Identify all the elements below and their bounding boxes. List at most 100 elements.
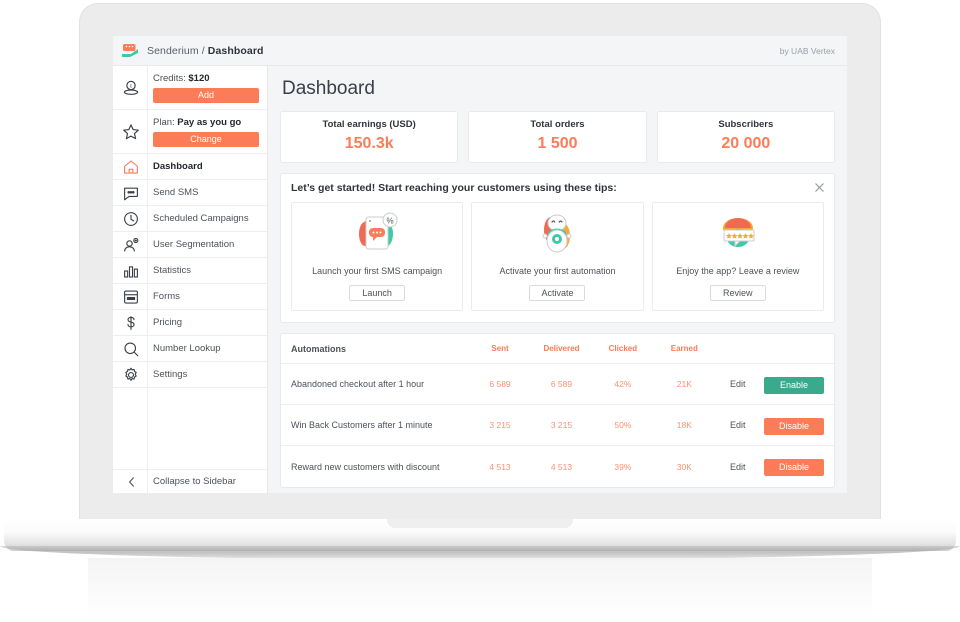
- automations-panel: Automations Sent Delivered Clicked Earne…: [280, 333, 835, 488]
- automation-name: Win Back Customers after 1 minute: [291, 420, 433, 430]
- action-cell: Disable: [761, 416, 824, 435]
- cell-delivered: 6 589: [550, 379, 573, 389]
- stat-card: Total earnings (USD) 150.3k: [280, 111, 459, 163]
- review-stars-icon: [722, 218, 755, 248]
- cell-earned: 30K: [676, 461, 692, 472]
- tip-card: % Launch your first SMS campaign Launch: [291, 202, 464, 311]
- stat-value: 1 500: [537, 135, 578, 152]
- getting-started-banner: Let’s get started! Start reaching your c…: [280, 173, 835, 323]
- chevron-left-icon: [129, 476, 134, 487]
- cell-sent: 6 589: [489, 379, 511, 389]
- sidebar-item-number-lookup[interactable]: Number Lookup: [113, 336, 267, 362]
- tip-caption: Enjoy the app? Leave a review: [676, 266, 800, 276]
- sidebar-item-settings[interactable]: Settings: [113, 362, 267, 388]
- breadcrumb: Senderium / Dashboard: [147, 45, 264, 57]
- sidebar-item-label: Statistics: [153, 265, 192, 276]
- tip-card: Activate your first automation Activate: [471, 202, 644, 311]
- coin-icon: c: [123, 80, 139, 95]
- edit-link[interactable]: Edit: [715, 420, 761, 430]
- home-icon: [124, 159, 138, 174]
- table-row: Reward new customers with discount 4 513…: [281, 446, 834, 487]
- close-icon[interactable]: [814, 182, 825, 193]
- sidebar-item-dashboard[interactable]: Dashboard: [113, 154, 267, 180]
- sidebar-item-label: Pricing: [153, 317, 183, 328]
- sidebar-item-forms[interactable]: Forms: [113, 284, 267, 310]
- change-plan-button[interactable]: Change: [153, 132, 259, 147]
- gear-icon: [125, 367, 137, 381]
- search-icon: [124, 341, 139, 356]
- user-add-icon: [124, 237, 139, 252]
- add-credits-button[interactable]: Add: [153, 88, 259, 103]
- breadcrumb-separator: /: [201, 44, 205, 57]
- sidebar: c Credits: $120 Add Plan: Pay as you go …: [113, 66, 268, 493]
- clock-icon: [124, 211, 138, 226]
- phone-sms-icon: %: [359, 212, 398, 250]
- collapse-label: Collapse to Sidebar: [153, 476, 236, 487]
- robot-gear-icon: [542, 214, 572, 253]
- edit-link[interactable]: Edit: [715, 379, 761, 389]
- automations-title: Automations: [291, 343, 346, 354]
- stat-title: Subscribers: [718, 119, 774, 130]
- column-header-delivered: Delivered: [543, 344, 580, 353]
- chat-bubble-icon: [124, 187, 138, 200]
- page-title: Dashboard: [282, 78, 375, 99]
- disable-button[interactable]: Disable: [764, 459, 824, 476]
- plan-value: Pay as you go: [177, 117, 242, 128]
- sidebar-item-label: Number Lookup: [153, 343, 221, 354]
- vendor-byline: by UAB Vertex: [779, 45, 835, 56]
- credits-label: Credits: $120: [153, 73, 259, 84]
- credits-value: $120: [188, 73, 210, 84]
- sidebar-item-pricing[interactable]: Pricing: [113, 310, 267, 336]
- sidebar-item-statistics[interactable]: Statistics: [113, 258, 267, 284]
- plan-block: Plan: Pay as you go Change: [113, 110, 267, 154]
- tip-caption: Launch your first SMS campaign: [312, 266, 443, 276]
- column-header-clicked: Clicked: [608, 344, 638, 353]
- form-icon: [124, 289, 138, 304]
- launch-button[interactable]: Launch: [349, 285, 406, 301]
- table-row: Win Back Customers after 1 minute 3 215 …: [281, 405, 834, 446]
- column-header-sent: Sent: [491, 344, 509, 353]
- sidebar-item-label: Dashboard: [153, 161, 203, 172]
- sidebar-item-scheduled-campaigns[interactable]: Scheduled Campaigns: [113, 206, 267, 232]
- action-cell: Disable: [761, 457, 824, 476]
- cell-earned: 18K: [676, 420, 692, 430]
- enable-button[interactable]: Enable: [764, 376, 824, 394]
- action-cell: Enable: [761, 375, 824, 394]
- sidebar-item-send-sms[interactable]: Send SMS: [113, 180, 267, 206]
- plan-text: Plan:: [153, 117, 175, 128]
- disable-button[interactable]: Disable: [764, 417, 824, 435]
- app-screen: Senderium / Dashboard by UAB Vertex c Cr…: [113, 36, 847, 493]
- stat-value: 150.3k: [344, 135, 394, 152]
- credits-block: c Credits: $120 Add: [113, 66, 267, 110]
- sidebar-item-label: User Segmentation: [153, 239, 235, 250]
- tip-card: Enjoy the app? Leave a review Review: [651, 202, 824, 311]
- sidebar-item-user-segmentation[interactable]: User Segmentation: [113, 232, 267, 258]
- cell-clicked: 39%: [614, 461, 632, 472]
- bar-chart-icon: [124, 265, 138, 278]
- cell-clicked: 50%: [614, 420, 632, 430]
- laptop-reflection: [88, 558, 872, 620]
- breadcrumb-section: Dashboard: [207, 44, 264, 57]
- app-topbar: Senderium / Dashboard by UAB Vertex: [113, 36, 847, 66]
- stat-cards: Total earnings (USD) 150.3k Total orders…: [280, 111, 835, 163]
- sidebar-item-label: Send SMS: [153, 187, 199, 198]
- activate-button[interactable]: Activate: [529, 285, 586, 301]
- dollar-icon: [127, 315, 135, 330]
- cell-sent: 4 513: [489, 461, 511, 472]
- table-row: Abandoned checkout after 1 hour 6 589 6 …: [281, 364, 834, 405]
- getting-started-heading: Let’s get started! Start reaching your c…: [291, 182, 617, 194]
- breadcrumb-brand: Senderium: [147, 44, 199, 57]
- cell-delivered: 3 215: [550, 420, 573, 430]
- automation-name: Reward new customers with discount: [291, 461, 440, 472]
- collapse-sidebar-button[interactable]: Collapse to Sidebar: [113, 469, 267, 493]
- cell-sent: 3 215: [489, 420, 511, 430]
- senderium-logo-icon: [122, 44, 138, 57]
- automations-header: Automations Sent Delivered Clicked Earne…: [281, 334, 834, 364]
- sidebar-item-label: Settings: [153, 369, 188, 380]
- review-button[interactable]: Review: [709, 285, 766, 301]
- star-icon: [123, 123, 139, 139]
- column-header-earned: Earned: [670, 344, 698, 353]
- tip-caption: Activate your first automation: [499, 266, 616, 276]
- automation-name: Abandoned checkout after 1 hour: [291, 379, 425, 389]
- edit-link[interactable]: Edit: [715, 462, 761, 472]
